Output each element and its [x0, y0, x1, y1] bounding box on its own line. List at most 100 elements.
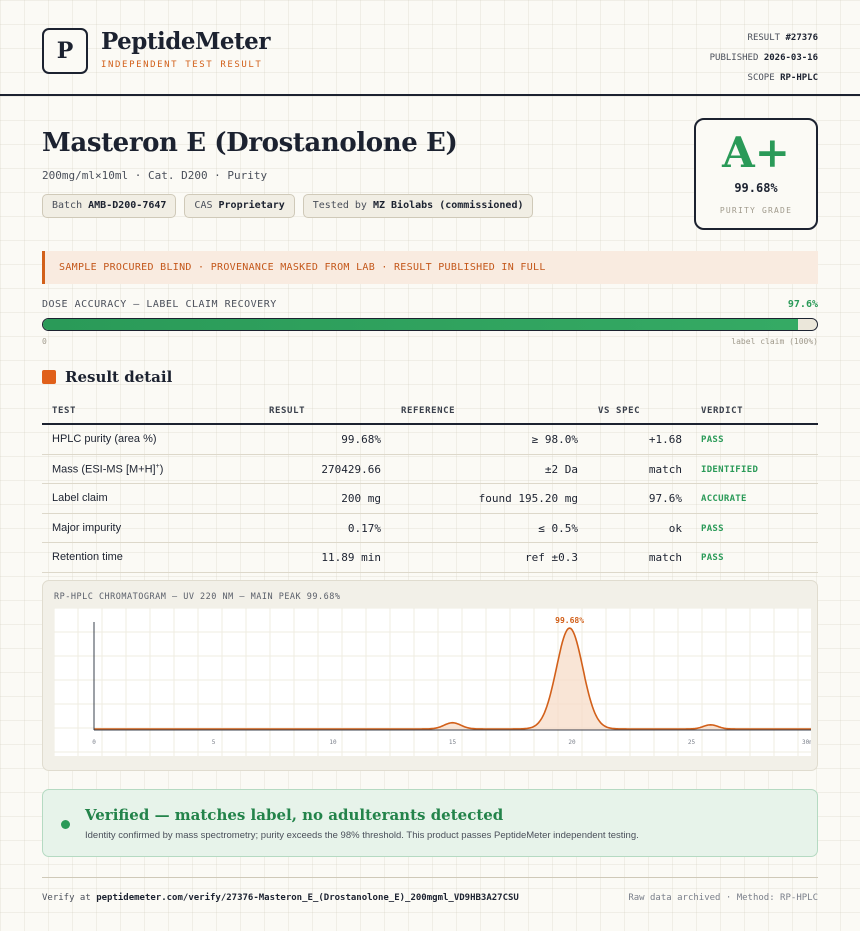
meta-result: RESULT #27376: [710, 28, 818, 48]
chromatogram-chart: 0 5 10 15 20 25 30min 99.68%: [54, 608, 811, 756]
chip-label: CAS: [194, 200, 213, 211]
verified-dot-icon: [61, 820, 70, 829]
meta-value: RP-HPLC: [780, 73, 818, 83]
cell-reference: ref ±0.3: [525, 551, 578, 564]
cell-reference: ≤ 0.5%: [538, 521, 578, 535]
logo-letter: P: [56, 38, 74, 64]
peak-label: 99.68%: [555, 616, 584, 625]
cell-verdict: IDENTIFIED: [701, 464, 759, 475]
page-header: P PeptideMeter INDEPENDENT TEST RESULT R…: [0, 0, 860, 96]
cell-verdict: PASS: [701, 553, 724, 563]
cell-result: 11.89 min: [321, 551, 381, 564]
meta-value: 2026-03-16: [763, 53, 818, 63]
cell-verdict: ACCURATE: [701, 494, 747, 504]
cell-result: 200 mg: [341, 492, 381, 505]
brand-name[interactable]: PeptideMeter: [101, 28, 270, 55]
batch-chip: Batch AMB-D200-7647: [42, 194, 177, 218]
chip-label: Tested by: [312, 200, 367, 211]
dose-accuracy-value: 97.6%: [787, 299, 818, 310]
dose-accuracy-label: DOSE ACCURACY — LABEL CLAIM RECOVERY: [42, 299, 277, 310]
verified-title: Verified — matches label, no adulterants…: [85, 806, 504, 824]
brand-logo[interactable]: P: [42, 28, 88, 74]
cell-test: HPLC purity (area %): [52, 433, 157, 445]
chip-value: MZ Biolabs (commissioned): [372, 200, 524, 211]
grade-label: PURITY GRADE: [719, 206, 793, 215]
chromatogram-panel: RP-HPLC CHROMATOGRAM — UV 220 NM — MAIN …: [42, 580, 818, 771]
purity-grade-card: A+ 99.68% PURITY GRADE: [694, 118, 818, 230]
cell-vs-spec: match: [648, 551, 682, 564]
cas-chip: CAS Proprietary: [184, 194, 295, 218]
header-result: RESULT: [269, 406, 306, 416]
section-marker-icon: [42, 370, 56, 384]
cell-result: 99.68%: [341, 433, 381, 446]
meta-label: PUBLISHED: [709, 53, 759, 63]
footer-verify: Verify at peptidemeter.com/verify/27376-…: [42, 893, 519, 903]
x-tick-label: 30min: [802, 739, 811, 746]
chart-background: [54, 608, 811, 756]
grade-letter: A+: [722, 128, 790, 177]
footer-method: Raw data archived · Method: RP-HPLC: [628, 893, 818, 903]
chip-value: Proprietary: [218, 200, 285, 211]
cell-vs-spec: +1.68: [648, 433, 682, 446]
meta-scope: SCOPE RP-HPLC: [710, 68, 818, 88]
chip-value: AMB-D200-7647: [88, 200, 167, 211]
cell-vs-spec: 97.6%: [648, 492, 682, 505]
cell-reference: ≥ 98.0%: [531, 433, 578, 446]
meta-published: PUBLISHED 2026-03-16: [710, 48, 818, 68]
product-chips: Batch AMB-D200-7647 CAS Proprietary Test…: [42, 194, 534, 218]
x-tick-label: 15: [449, 739, 457, 746]
table-row: Major impurity 0.17% ≤ 0.5% ok PASS: [42, 514, 818, 543]
cell-test: Major impurity: [52, 521, 122, 534]
cell-test: Mass (ESI-MS [M+H]+): [52, 463, 163, 476]
cell-result: 270429.66: [321, 462, 381, 476]
x-tick-label: 0: [92, 739, 96, 746]
table-row: Retention time 11.89 min ref ±0.3 match …: [42, 543, 818, 573]
x-tick-label: 5: [212, 739, 216, 746]
grade-purity: 99.68%: [734, 181, 778, 195]
bar-max-label: label claim (100%): [731, 337, 818, 346]
cell-reference: ±2 Da: [544, 462, 578, 476]
section-title: Result detail: [65, 368, 173, 386]
footer-divider: [42, 877, 818, 878]
table-header: TEST RESULT REFERENCE VS SPEC VERDICT: [42, 398, 818, 425]
table-row: Label claim 200 mg found 195.20 mg 97.6%…: [42, 484, 818, 514]
table-row: Mass (ESI-MS [M+H]+) 270429.66 ±2 Da mat…: [42, 455, 818, 484]
cell-result: 0.17%: [347, 521, 381, 535]
cell-vs-spec: ok: [668, 521, 682, 535]
meta-label: SCOPE: [747, 73, 775, 83]
dose-accuracy-bar: [42, 318, 818, 331]
cell-test-text: Mass (ESI-MS [M+H]: [52, 463, 156, 476]
cell-vs-spec: match: [648, 462, 682, 476]
cell-verdict: PASS: [701, 435, 724, 445]
result-meta: RESULT #27376 PUBLISHED 2026-03-16 SCOPE…: [710, 28, 818, 88]
x-tick-label: 10: [329, 739, 337, 746]
table-row: HPLC purity (area %) 99.68% ≥ 98.0% +1.6…: [42, 425, 818, 455]
header-test: TEST: [52, 406, 77, 416]
tested-by-chip: Tested by MZ Biolabs (commissioned): [302, 194, 534, 218]
header-reference: REFERENCE: [401, 406, 456, 416]
result-table: TEST RESULT REFERENCE VS SPEC VERDICT HP…: [42, 398, 818, 573]
header-verdict: VERDICT: [701, 406, 744, 416]
verify-link[interactable]: peptidemeter.com/verify/27376-Masteron_E…: [96, 893, 519, 903]
provenance-banner: SAMPLE PROCURED BLIND · PROVENANCE MASKE…: [42, 251, 818, 284]
meta-value: #27376: [785, 33, 818, 43]
brand-subtitle: INDEPENDENT TEST RESULT: [101, 60, 263, 70]
cell-test: Label claim: [52, 492, 108, 504]
x-tick-label: 20: [568, 739, 576, 746]
product-title: Masteron E (Drostanolone E): [42, 128, 458, 158]
verify-prefix: Verify at: [42, 893, 91, 903]
cell-test-suffix: ): [159, 463, 164, 476]
chip-label: Batch: [52, 200, 83, 211]
bar-min-label: 0: [42, 337, 47, 346]
verified-panel: Verified — matches label, no adulterants…: [42, 789, 818, 857]
dose-accuracy-fill: [43, 319, 799, 330]
x-tick-label: 25: [688, 739, 696, 746]
product-subtitle: 200mg/ml×10ml · Cat. D200 · Purity: [42, 169, 268, 182]
header-vs-spec: VS SPEC: [598, 406, 641, 416]
cell-test: Retention time: [52, 551, 123, 563]
chromatogram-title: RP-HPLC CHROMATOGRAM — UV 220 NM — MAIN …: [54, 592, 341, 602]
cell-verdict: PASS: [701, 523, 724, 534]
meta-label: RESULT: [747, 33, 781, 43]
verified-text: Identity confirmed by mass spectrometry;…: [85, 830, 639, 841]
cell-reference: found 195.20 mg: [478, 492, 578, 505]
